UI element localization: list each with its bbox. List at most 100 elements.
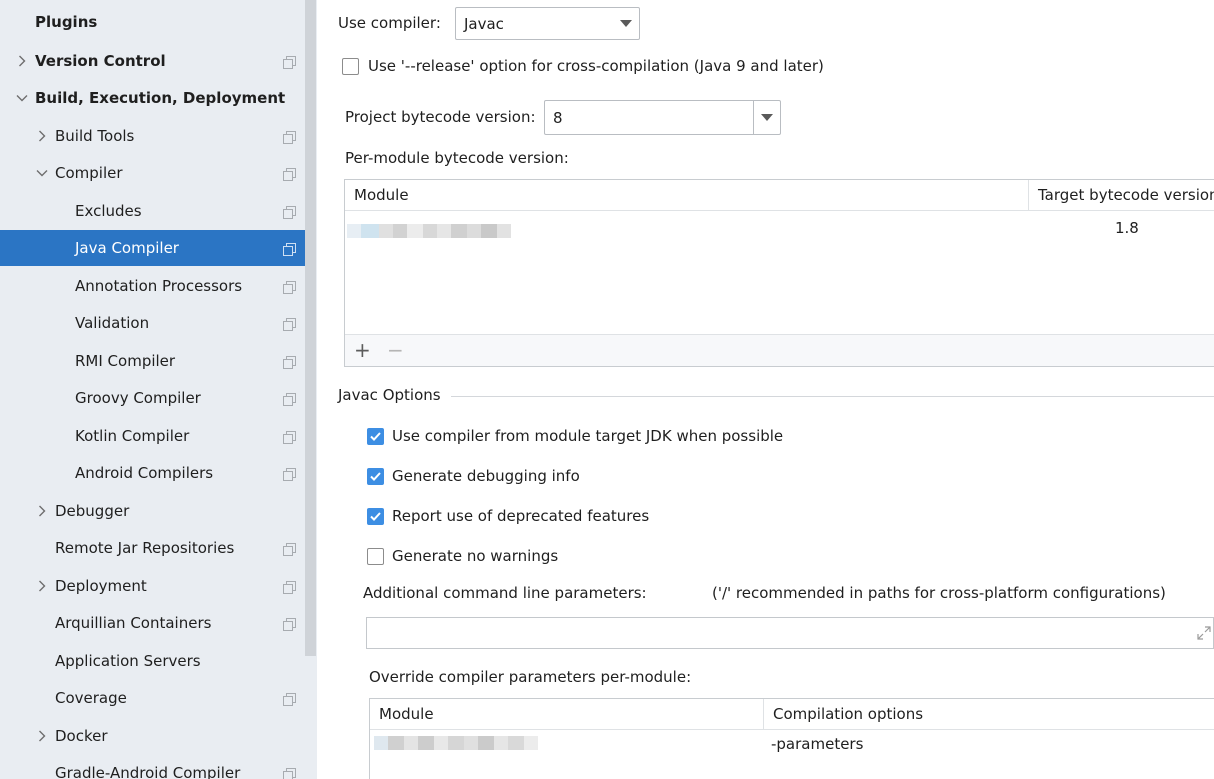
sidebar-item-label: Validation [75, 314, 150, 332]
remove-icon[interactable]: − [387, 340, 404, 360]
deprecated-features-checkbox[interactable] [367, 508, 384, 525]
sidebar-item-build-tools[interactable]: Build Tools [0, 118, 317, 154]
sidebar-item-label: Build, Execution, Deployment [35, 89, 286, 107]
target-bytecode-cell[interactable]: 1.8 [1115, 219, 1139, 237]
sidebar-item-label: Remote Jar Repositories [55, 539, 235, 557]
table-header-compilation-options[interactable]: Compilation options [764, 699, 1214, 730]
project-bytecode-label: Project bytecode version: [345, 108, 536, 126]
settings-sidebar: Plugins Version Control Build, Execution… [0, 0, 317, 779]
sidebar-item-coverage[interactable]: Coverage [0, 680, 317, 716]
sidebar-item-label: Compiler [55, 164, 123, 182]
table-header-target-bytecode[interactable]: Target bytecode version [1029, 180, 1214, 211]
per-module-label: Per-module bytecode version: [345, 149, 569, 167]
table-header-module[interactable]: Module [370, 699, 764, 730]
release-option-checkbox[interactable] [342, 58, 359, 75]
copy-icon [283, 617, 296, 631]
expand-icon[interactable] [1197, 626, 1211, 644]
sidebar-item-gradle-android-compiler[interactable]: Gradle-Android Compiler [0, 755, 317, 779]
project-bytecode-dropdown[interactable]: 8 [544, 100, 781, 135]
additional-params-input[interactable] [366, 617, 1214, 649]
sidebar-item-label: RMI Compiler [75, 352, 176, 370]
sidebar-item-java-compiler[interactable]: Java Compiler [0, 230, 316, 266]
use-compiler-dropdown[interactable]: Javac [455, 7, 640, 40]
copy-icon [283, 580, 296, 594]
sidebar-item-label: Debugger [55, 502, 130, 520]
sidebar-item-label: Version Control [35, 52, 166, 70]
add-icon[interactable]: + [354, 340, 371, 360]
sidebar-item-annotation-processors[interactable]: Annotation Processors [0, 268, 317, 304]
sidebar-item-version-control[interactable]: Version Control [0, 43, 317, 79]
chevron-down-icon [612, 8, 639, 39]
table-toolbar: + − [345, 334, 1214, 366]
table-header-module[interactable]: Module [345, 180, 1029, 211]
sidebar-item-label: Build Tools [55, 127, 135, 145]
sidebar-item-label: Arquillian Containers [55, 614, 212, 632]
additional-params-label: Additional command line parameters: [363, 584, 647, 602]
sidebar-item-label: Kotlin Compiler [75, 427, 190, 445]
sidebar-item-compiler[interactable]: Compiler [0, 155, 317, 191]
sidebar-item-label: Java Compiler [75, 239, 179, 257]
sidebar-item-debugger[interactable]: Debugger [0, 493, 317, 529]
sidebar-item-deployment[interactable]: Deployment [0, 568, 317, 604]
module-name-redacted [347, 224, 511, 238]
chevron-down-icon[interactable] [753, 101, 780, 134]
sidebar-item-arquillian-containers[interactable]: Arquillian Containers [0, 605, 317, 641]
chevron-right-icon[interactable] [36, 580, 48, 592]
use-compiler-label: Use compiler: [338, 14, 441, 32]
debugging-info-label: Generate debugging info [392, 467, 580, 485]
additional-params-hint: ('/' recommended in paths for cross-plat… [712, 584, 1166, 602]
chevron-right-icon[interactable] [36, 730, 48, 742]
use-module-jdk-checkbox[interactable] [367, 428, 384, 445]
override-params-table: Module Compilation options -parameters [369, 698, 1214, 779]
no-warnings-label: Generate no warnings [392, 547, 559, 565]
sidebar-item-label: Gradle-Android Compiler [55, 764, 241, 779]
sidebar-item-android-compilers[interactable]: Android Compilers [0, 455, 317, 491]
sidebar-item-label: Android Compilers [75, 464, 214, 482]
copy-icon [283, 242, 296, 256]
sidebar-item-label: Annotation Processors [75, 277, 243, 295]
copy-icon [283, 467, 296, 481]
copy-icon [283, 430, 296, 444]
sidebar-item-application-servers[interactable]: Application Servers [0, 643, 317, 679]
sidebar-item-remote-jar-repositories[interactable]: Remote Jar Repositories [0, 530, 317, 566]
chevron-down-icon[interactable] [16, 92, 28, 104]
sidebar-item-groovy-compiler[interactable]: Groovy Compiler [0, 380, 317, 416]
no-warnings-checkbox[interactable] [367, 548, 384, 565]
chevron-right-icon[interactable] [16, 55, 28, 67]
per-module-bytecode-table: Module Target bytecode version 1.8 + − [344, 179, 1214, 367]
sidebar-item-rmi-compiler[interactable]: RMI Compiler [0, 343, 317, 379]
chevron-down-icon[interactable] [36, 167, 48, 179]
sidebar-scrollbar[interactable] [305, 0, 316, 656]
sidebar-item-build-execution-deployment[interactable]: Build, Execution, Deployment [0, 80, 317, 116]
java-compiler-settings-panel: Use compiler: Javac Use '--release' opti… [317, 0, 1214, 779]
sidebar-item-excludes[interactable]: Excludes [0, 193, 317, 229]
deprecated-features-label: Report use of deprecated features [392, 507, 650, 525]
copy-icon [283, 55, 296, 69]
copy-icon [283, 355, 296, 369]
sidebar-item-label: Deployment [55, 577, 147, 595]
use-module-jdk-label: Use compiler from module target JDK when… [392, 427, 784, 445]
use-compiler-value: Javac [464, 14, 504, 33]
project-bytecode-value[interactable]: 8 [545, 109, 563, 127]
chevron-right-icon[interactable] [36, 130, 48, 142]
table-row[interactable]: -parameters [370, 731, 1214, 761]
module-name-redacted [374, 736, 538, 750]
release-option-label: Use '--release' option for cross-compila… [368, 57, 824, 75]
copy-icon [283, 167, 296, 181]
copy-icon [283, 692, 296, 706]
debugging-info-checkbox[interactable] [367, 468, 384, 485]
sidebar-item-label: Coverage [55, 689, 127, 707]
table-row[interactable]: 1.8 [345, 212, 1214, 242]
copy-icon [283, 280, 296, 294]
copy-icon [283, 542, 296, 556]
sidebar-item-label: Docker [55, 727, 108, 745]
copy-icon [283, 205, 296, 219]
sidebar-item-kotlin-compiler[interactable]: Kotlin Compiler [0, 418, 317, 454]
chevron-right-icon[interactable] [36, 505, 48, 517]
sidebar-item-validation[interactable]: Validation [0, 305, 317, 341]
sidebar-item-label: Plugins [35, 13, 98, 31]
sidebar-item-label: Groovy Compiler [75, 389, 201, 407]
compilation-options-cell[interactable]: -parameters [771, 735, 863, 753]
sidebar-item-plugins[interactable]: Plugins [0, 4, 317, 40]
sidebar-item-docker[interactable]: Docker [0, 718, 317, 754]
